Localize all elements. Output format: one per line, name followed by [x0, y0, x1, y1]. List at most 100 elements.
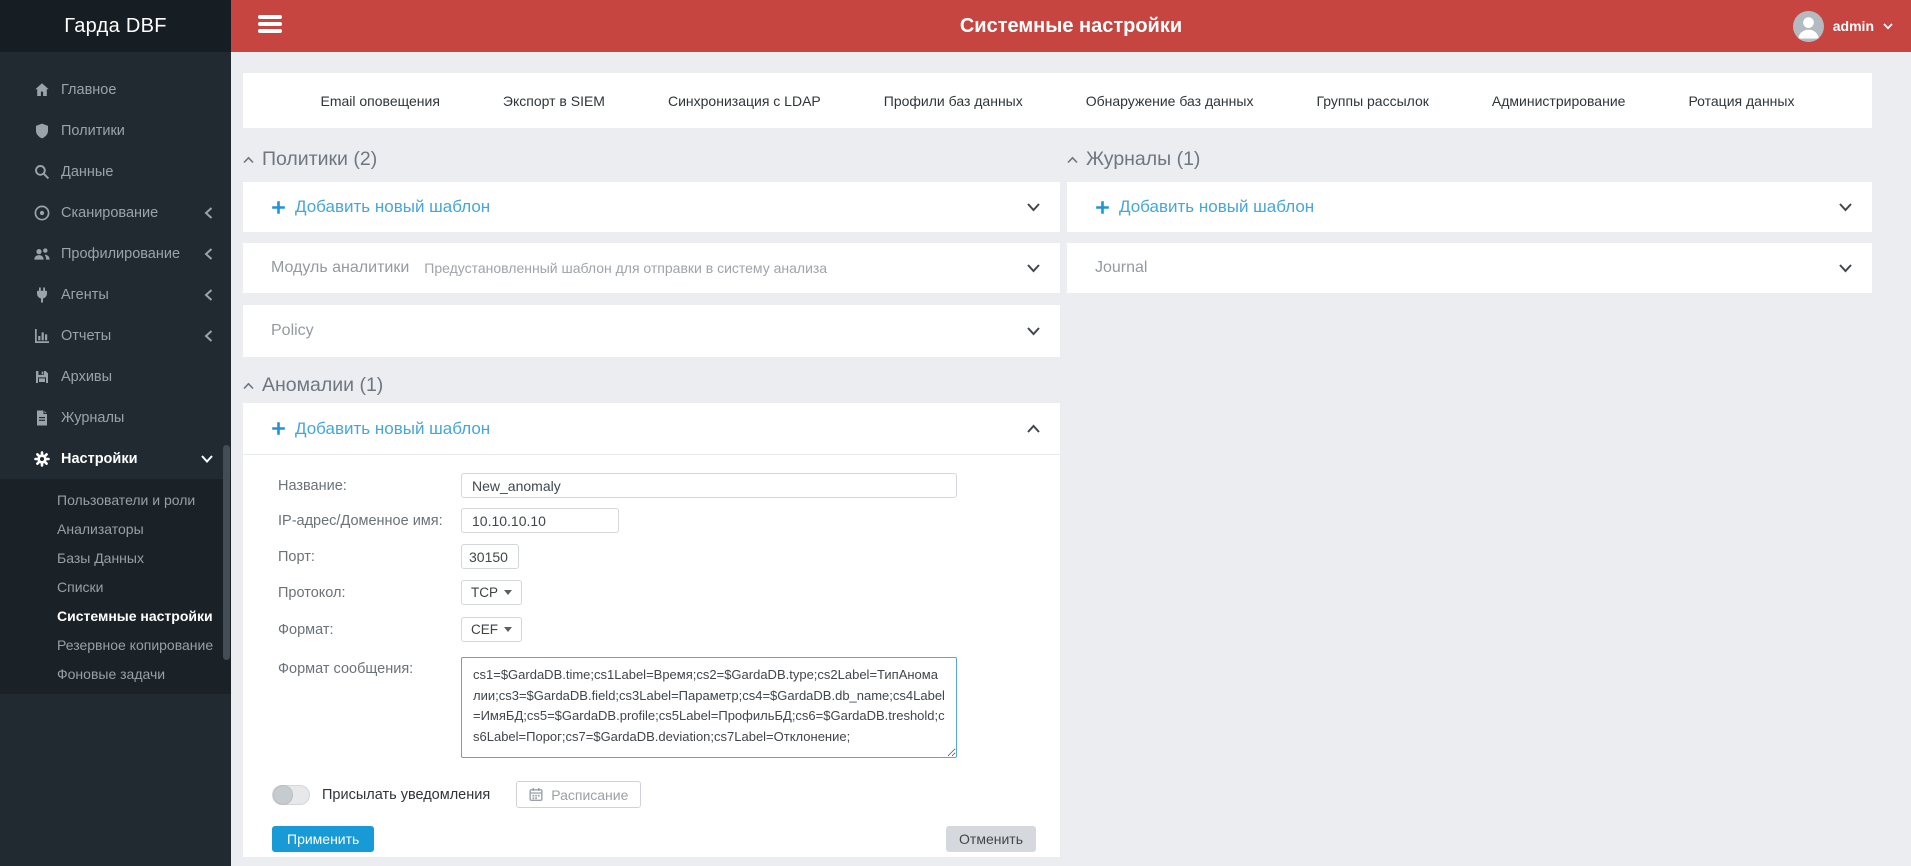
plus-icon: [1095, 200, 1110, 215]
notify-toggle[interactable]: [272, 784, 310, 805]
add-template-link[interactable]: Добавить новый шаблон: [271, 419, 490, 439]
section-title-text: Журналы (1): [1086, 148, 1201, 170]
format-dropdown[interactable]: CEF: [461, 617, 522, 642]
tab-administration[interactable]: Администрирование: [1492, 93, 1626, 109]
tab-db-profiles[interactable]: Профили баз данных: [884, 93, 1023, 109]
section-title-text: Политики (2): [262, 148, 378, 170]
chevron-left-icon: [204, 247, 213, 260]
add-template-label: Добавить новый шаблон: [295, 197, 491, 216]
anomalies-panel-header: Добавить новый шаблон: [243, 403, 1060, 455]
add-template-link[interactable]: Добавить новый шаблон: [271, 197, 490, 217]
submenu-label: Пользователи и роли: [57, 491, 196, 508]
system-settings-screen: Гарда DBF Главное Политики Данные Сканир…: [0, 0, 1911, 866]
submenu-item-lists[interactable]: Списки: [0, 572, 231, 601]
sidebar-scrollbar[interactable]: [223, 445, 230, 660]
policies-add-panel: Добавить новый шаблон: [243, 182, 1060, 232]
chevron-down-icon[interactable]: [1839, 203, 1852, 212]
cancel-button[interactable]: Отменить: [946, 826, 1036, 852]
submenu-item-background-tasks[interactable]: Фоновые задачи: [0, 659, 231, 688]
sidebar-item-data[interactable]: Данные: [0, 151, 231, 192]
sidebar-item-label: Данные: [61, 163, 114, 180]
sidebar-item-archives[interactable]: Архивы: [0, 356, 231, 397]
sidebar-item-label: Профилирование: [61, 245, 181, 262]
target-icon: [33, 204, 51, 222]
submenu-item-backup[interactable]: Резервное копирование: [0, 630, 231, 659]
submenu-item-analyzers[interactable]: Анализаторы: [0, 514, 231, 543]
tab-email-notifications[interactable]: Email оповещения: [321, 93, 440, 109]
notify-row: Присылать уведомления Расписание: [272, 781, 1040, 808]
add-template-link[interactable]: Добавить новый шаблон: [1095, 197, 1314, 217]
search-icon: [33, 163, 51, 181]
submenu-label: Базы Данных: [57, 549, 144, 566]
sidebar-item-label: Главное: [61, 81, 117, 98]
submenu-label: Резервное копирование: [57, 636, 214, 653]
format-value: CEF: [471, 622, 498, 637]
chevron-down-icon[interactable]: [1027, 264, 1040, 273]
gear-icon: [33, 450, 51, 468]
chevron-left-icon: [204, 206, 213, 219]
apply-button[interactable]: Применить: [272, 826, 375, 852]
journals-panel-journal[interactable]: Journal: [1067, 243, 1872, 293]
chevron-down-icon[interactable]: [1027, 203, 1040, 212]
sidebar-item-label: Отчеты: [61, 327, 112, 344]
sidebar-item-label: Сканирование: [61, 204, 159, 221]
chevron-up-icon: [1067, 156, 1078, 164]
tab-siem-export[interactable]: Экспорт в SIEM: [503, 93, 605, 109]
anomalies-section-title[interactable]: Аномалии (1): [243, 374, 383, 397]
settings-tabbar: Email оповещения Экспорт в SIEM Синхрони…: [243, 73, 1872, 128]
tab-db-discovery[interactable]: Обнаружение баз данных: [1086, 93, 1254, 109]
tab-ldap-sync[interactable]: Синхронизация с LDAP: [668, 93, 821, 109]
sidebar-item-label: Настройки: [61, 450, 138, 467]
journals-section-title[interactable]: Журналы (1): [1067, 148, 1200, 171]
home-icon: [33, 81, 51, 99]
settings-submenu: Пользователи и роли Анализаторы Базы Дан…: [0, 479, 231, 694]
users-icon: [33, 245, 51, 263]
sidebar: Гарда DBF Главное Политики Данные Сканир…: [0, 0, 231, 866]
file-icon: [33, 409, 51, 427]
page-title: Системные настройки: [959, 14, 1183, 37]
submenu-item-users-roles[interactable]: Пользователи и роли: [0, 485, 231, 514]
chevron-left-icon: [204, 288, 213, 301]
name-input[interactable]: [461, 473, 957, 498]
submenu-item-databases[interactable]: Базы Данных: [0, 543, 231, 572]
template-title: Policy: [271, 322, 314, 339]
schedule-button[interactable]: Расписание: [516, 781, 642, 808]
chevron-down-icon: [201, 454, 213, 463]
plus-icon: [271, 200, 286, 215]
message-format-textarea[interactable]: cs1=$GardaDB.time;cs1Label=Время;cs2=$Ga…: [461, 657, 957, 758]
tab-mailing-groups[interactable]: Группы рассылок: [1316, 93, 1428, 109]
sidebar-item-main[interactable]: Главное: [0, 69, 231, 110]
ip-input[interactable]: [461, 508, 619, 533]
policies-panel-analytics[interactable]: Модуль аналитики Предустановленный шабло…: [243, 243, 1060, 293]
message-format-label: Формат сообщения:: [278, 661, 414, 677]
sidebar-item-profiling[interactable]: Профилирование: [0, 233, 231, 274]
chevron-up-icon[interactable]: [1027, 424, 1040, 433]
app-logo[interactable]: Гарда DBF: [0, 0, 231, 52]
protocol-dropdown[interactable]: TCP: [461, 580, 522, 605]
journals-add-panel: Добавить новый шаблон: [1067, 182, 1872, 232]
sidebar-item-journals[interactable]: Журналы: [0, 397, 231, 438]
chevron-down-icon[interactable]: [1027, 327, 1040, 336]
policies-section-title[interactable]: Политики (2): [243, 148, 377, 171]
sidebar-item-reports[interactable]: Отчеты: [0, 315, 231, 356]
format-label: Формат:: [278, 622, 334, 638]
sidebar-item-settings[interactable]: Настройки: [0, 438, 231, 479]
sidebar-item-agents[interactable]: Агенты: [0, 274, 231, 315]
sidebar-item-scanning[interactable]: Сканирование: [0, 192, 231, 233]
sidebar-item-policies[interactable]: Политики: [0, 110, 231, 151]
template-description: Предустановленный шаблон для отправки в …: [424, 260, 828, 276]
tab-data-rotation[interactable]: Ротация данных: [1688, 93, 1794, 109]
sidebar-item-label: Политики: [61, 122, 125, 139]
policies-panel-policy[interactable]: Policy: [243, 305, 1060, 357]
submenu-label: Списки: [57, 578, 104, 595]
user-menu[interactable]: admin: [1792, 0, 1893, 52]
ip-label: IP-адрес/Доменное имя:: [278, 513, 443, 529]
name-label: Название:: [278, 478, 347, 494]
toggle-knob: [273, 784, 293, 805]
chevron-down-icon[interactable]: [1839, 264, 1852, 273]
submenu-item-system-settings[interactable]: Системные настройки: [0, 601, 231, 630]
submenu-label: Фоновые задачи: [57, 665, 166, 682]
submenu-label: Системные настройки: [57, 607, 213, 624]
port-input[interactable]: [461, 544, 519, 569]
shield-icon: [33, 122, 51, 140]
